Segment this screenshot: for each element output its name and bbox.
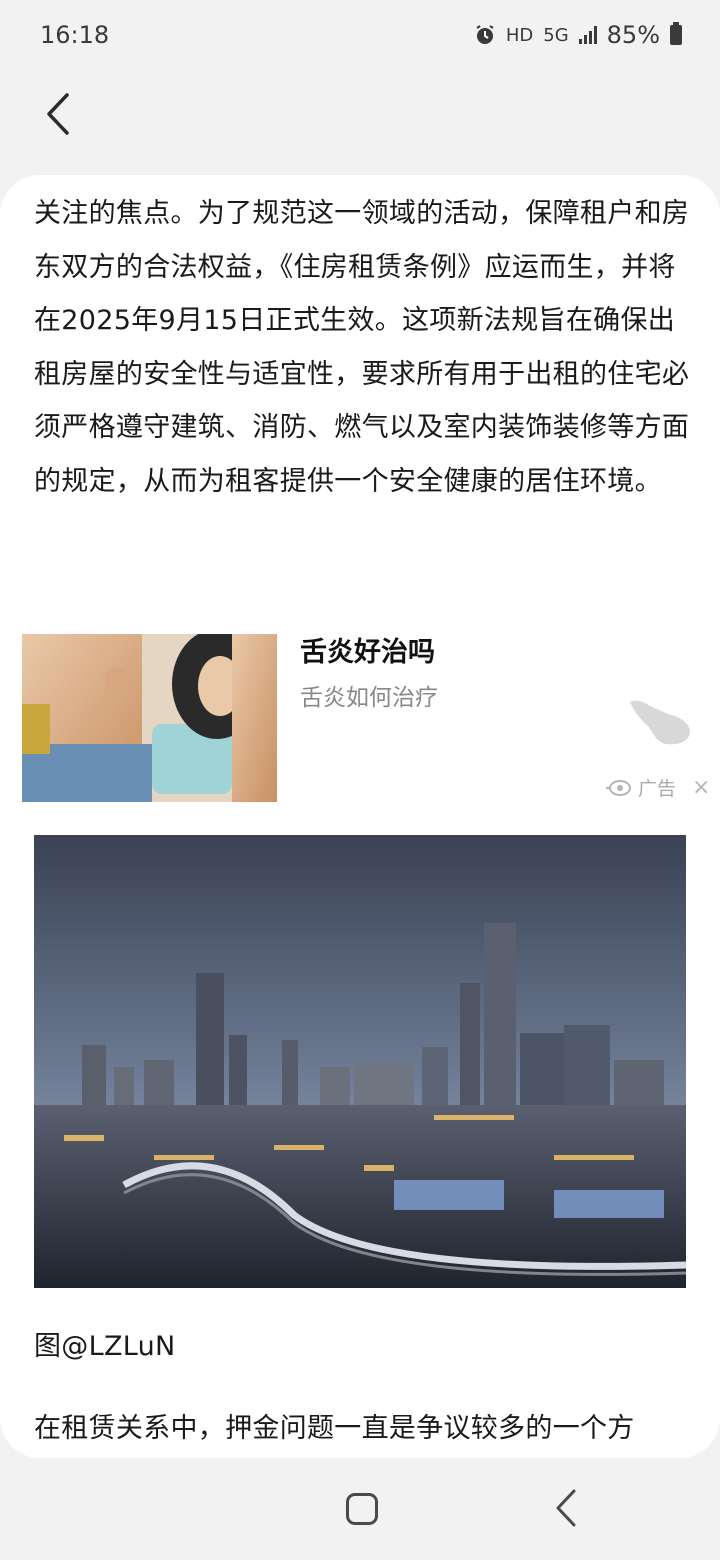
back-button[interactable] (38, 90, 78, 138)
chevron-left-icon (47, 93, 69, 135)
article-paragraph-next: 在租赁关系中，押金问题一直是争议较多的一个方 (34, 1413, 635, 1444)
ad-subtitle[interactable]: 舌炎如何治疗 (300, 678, 438, 712)
network-label: 5G (543, 24, 569, 46)
status-icons: HD 5G 85% (474, 21, 682, 49)
ad-close-button[interactable]: × (692, 775, 710, 800)
hand-pointer-icon (630, 700, 690, 745)
status-time: 16:18 (40, 21, 110, 49)
signal-icon (578, 26, 597, 44)
ad-block[interactable]: 舌炎好治吗 舌炎如何治疗 广告 × (0, 630, 720, 810)
article-paragraph: 关注的焦点。为了规范这一领域的活动，保障租户和房东双方的合法权益，《住房租赁条例… (34, 198, 690, 497)
ad-label-text: 广告 (638, 778, 677, 800)
ad-image (22, 634, 277, 802)
system-back-icon[interactable] (552, 1488, 580, 1528)
hd-label: HD (505, 24, 534, 46)
system-navigation-bar (0, 1458, 720, 1560)
status-bar: 16:18 HD 5G 85% (0, 0, 720, 70)
home-button[interactable] (346, 1493, 378, 1525)
battery-icon (670, 22, 682, 45)
ad-eye-icon (606, 779, 631, 796)
ad-thumbnail[interactable] (22, 634, 277, 802)
ad-title[interactable]: 舌炎好治吗 (300, 630, 435, 669)
image-caption: 图@LZLuN (34, 1331, 176, 1362)
battery-percent: 85% (606, 21, 660, 49)
article-image (34, 835, 686, 1288)
article-card: 关注的焦点。为了规范这一领域的活动，保障租户和房东双方的合法权益，《住房租赁条例… (0, 175, 720, 1458)
ad-label: 广告 (606, 774, 676, 801)
alarm-icon (476, 25, 494, 44)
city-skyline-image (34, 835, 686, 1288)
top-navigation (0, 70, 720, 170)
